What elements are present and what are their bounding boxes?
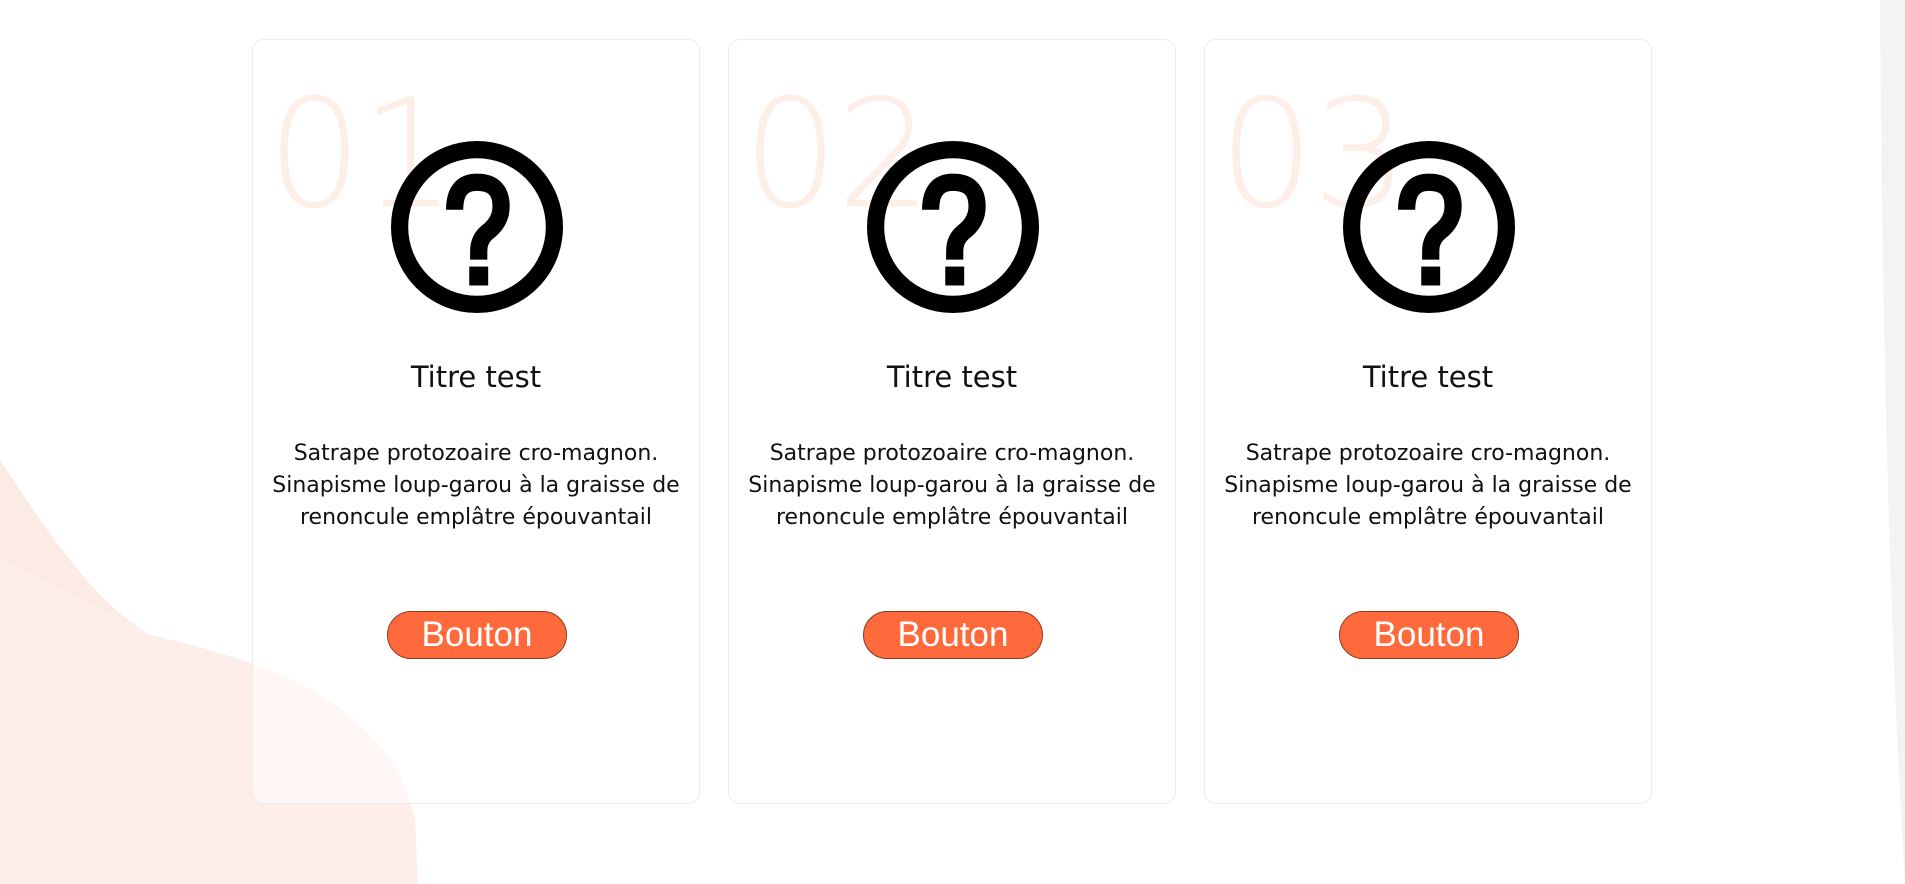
card-button[interactable]: Bouton [1339,611,1519,659]
cards-container: 01 Titre test Satrape protozoaire cro-ma… [252,39,1652,804]
card-description-line: renoncule emplâtre épouvantail [299,505,653,530]
card-description-line: renoncule emplâtre épouvantail [1251,505,1605,530]
card-3: 03 Titre test Satrape protozoaire cro-ma… [1204,39,1652,804]
card-title: Titre test [886,360,1018,394]
card-description-line: Satrape protozoaire cro-magnon. [769,441,1135,466]
card-1: 01 Titre test Satrape protozoaire cro-ma… [252,39,700,804]
help-circle-icon [391,141,563,313]
help-circle-icon [1343,141,1515,313]
card-description: Satrape protozoaire cro-magnon. Sinapism… [729,438,1175,534]
card-description: Satrape protozoaire cro-magnon. Sinapism… [1205,438,1651,534]
card-description-line: Sinapisme loup-garou à la graisse de [748,473,1156,498]
card-title: Titre test [1362,360,1494,394]
help-circle-icon [867,141,1039,313]
card-description-line: Sinapisme loup-garou à la graisse de [272,473,680,498]
card-button[interactable]: Bouton [863,611,1043,659]
card-description-line: Sinapisme loup-garou à la graisse de [1224,473,1632,498]
card-description-line: Satrape protozoaire cro-magnon. [293,441,659,466]
card-description-line: renoncule emplâtre épouvantail [775,505,1129,530]
card-title: Titre test [410,360,542,394]
card-button[interactable]: Bouton [387,611,567,659]
card-description-line: Satrape protozoaire cro-magnon. [1245,441,1611,466]
card-2: 02 Titre test Satrape protozoaire cro-ma… [728,39,1176,804]
card-description: Satrape protozoaire cro-magnon. Sinapism… [253,438,699,534]
